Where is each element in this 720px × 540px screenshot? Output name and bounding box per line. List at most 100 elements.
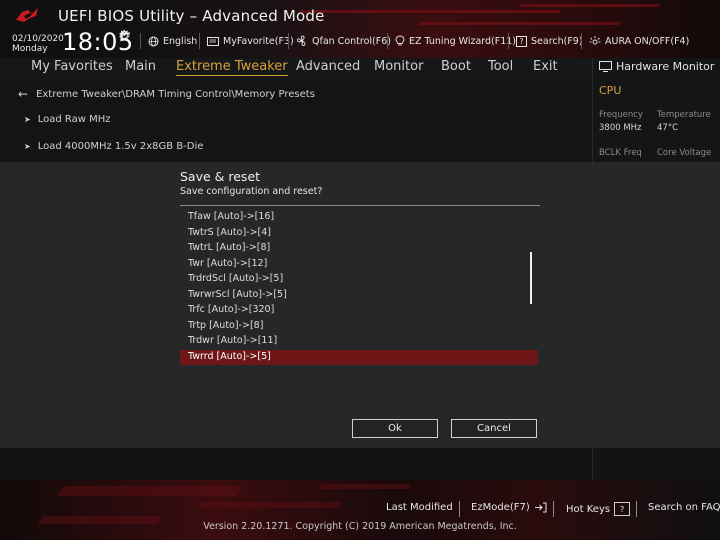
globe-icon (148, 36, 159, 46)
language-label: English (163, 35, 198, 47)
toolbar-divider (140, 33, 141, 49)
app-title: UEFI BIOS Utility – Advanced Mode (58, 7, 325, 25)
decor-shard (56, 486, 244, 496)
bclk-freq-label: BCLK Freq (599, 148, 642, 158)
breadcrumb-path: Extreme Tweaker\DRAM Timing Control\Memo… (36, 88, 315, 100)
menu-main[interactable]: Main (125, 59, 156, 74)
list-item-text: TwtrL [Auto]->[8] (188, 242, 271, 253)
menu-boot[interactable]: Boot (441, 59, 471, 74)
my-favorite-label: MyFavorite(F3) (223, 35, 294, 47)
menu-monitor[interactable]: Monitor (374, 59, 423, 74)
save-reset-dialog: Save & reset Save configuration and rese… (0, 162, 720, 448)
cancel-button[interactable]: Cancel (451, 419, 537, 438)
frequency-value: 3800 MHz (599, 123, 642, 133)
core-voltage-label: Core Voltage (657, 148, 712, 158)
list-item[interactable]: Trfc [Auto]->[320] (180, 303, 538, 318)
aura-toggle-button[interactable]: AURA ON/OFF(F4) (589, 33, 689, 49)
hardware-monitor-label: Hardware Monitor (616, 60, 715, 73)
help-key-icon: ? (614, 502, 631, 516)
decor-shard (318, 484, 412, 489)
favorite-folder-icon (207, 37, 219, 46)
list-item-text: Twr [Auto]->[12] (188, 257, 268, 269)
date-text: 02/10/2020 (12, 34, 64, 44)
monitor-icon (599, 61, 612, 72)
menu-extreme-tweaker[interactable]: Extreme Tweaker (176, 59, 288, 76)
list-scrollbar[interactable] (530, 252, 532, 304)
back-arrow-icon[interactable]: ← (18, 87, 28, 101)
breadcrumb: ← Extreme Tweaker\DRAM Timing Control\Me… (18, 87, 315, 101)
fan-icon (296, 35, 306, 46)
list-item[interactable]: Trtp [Auto]->[8] (180, 319, 538, 334)
title-bar: UEFI BIOS Utility – Advanced Mode 02/10/… (0, 0, 720, 58)
list-item-text: TwtrS [Auto]->[4] (188, 226, 271, 238)
list-item[interactable]: Tfaw [Auto]->[16] (180, 210, 538, 225)
footer-bar: Last Modified EzMode(F7) Hot Keys ? Sear… (0, 480, 720, 540)
qfan-control-button[interactable]: Qfan Control(F6) (296, 33, 391, 49)
rog-logo-icon (16, 8, 38, 22)
dialog-title: Save & reset (180, 169, 261, 184)
list-item-text: Twrrd [Auto]->[5] (188, 350, 271, 362)
menu-advanced[interactable]: Advanced (296, 59, 360, 74)
lower-right-panel (592, 448, 720, 480)
lightbulb-icon (395, 35, 405, 46)
copyright-text: Version 2.20.1271. Copyright (C) 2019 Am… (203, 521, 517, 532)
toolbar-divider (508, 33, 509, 49)
chevron-right-icon: ➤ (24, 142, 31, 151)
list-item[interactable]: TwrwrScl [Auto]->[5] (180, 288, 538, 303)
my-favorite-button[interactable]: MyFavorite(F3) (207, 33, 294, 49)
footer-divider (553, 501, 554, 517)
list-item-text: TrdrdScl [Auto]->[5] (188, 273, 284, 284)
list-item[interactable]: TwtrL [Auto]->[8] (180, 241, 538, 256)
settings-row-load-4000mhz[interactable]: ➤ Load 4000MHz 1.5v 2x8GB B-Die (24, 141, 203, 152)
settings-row-load-raw-mhz[interactable]: ➤ Load Raw MHz (24, 114, 110, 125)
footer-divider (459, 501, 460, 517)
hardware-monitor-panel: Hardware Monitor CPU Frequency Temperatu… (592, 58, 720, 162)
svg-text:?: ? (520, 37, 524, 46)
qfan-control-label: Qfan Control(F6) (312, 35, 391, 47)
ez-mode-label: EzMode(F7) (471, 502, 530, 513)
toolbar-divider (288, 33, 289, 49)
main-menu-bar: My Favorites Main Extreme Tweaker Advanc… (0, 58, 592, 80)
aura-toggle-label: AURA ON/OFF(F4) (605, 35, 690, 47)
list-item[interactable]: TwtrS [Auto]->[4] (180, 226, 538, 241)
decor-stripe (418, 22, 622, 25)
menu-exit[interactable]: Exit (533, 59, 558, 74)
frequency-label: Frequency (599, 110, 643, 120)
ez-tuning-wizard-label: EZ Tuning Wizard(F11) (409, 35, 517, 47)
toolbar-divider (387, 33, 388, 49)
last-modified-label: Last Modified (386, 502, 453, 513)
search-faq-label: Search on FAQ (648, 502, 720, 513)
toolbar-divider (581, 33, 582, 49)
list-item[interactable]: TrdrdScl [Auto]->[5] (180, 272, 538, 287)
settings-row-label: Load 4000MHz 1.5v 2x8GB B-Die (37, 141, 204, 152)
list-item-text: Tfaw [Auto]->[16] (188, 211, 275, 222)
hot-keys-button[interactable]: Hot Keys ? (566, 502, 631, 516)
footer-divider (636, 501, 637, 517)
search-label: Search(F9) (531, 35, 583, 47)
ez-mode-button[interactable]: EzMode(F7) (471, 502, 547, 513)
ok-button[interactable]: Ok (352, 419, 438, 438)
search-faq-button[interactable]: Search on FAQ (648, 502, 720, 513)
list-item[interactable]: Twr [Auto]->[12] (180, 257, 538, 272)
toolbar-divider (199, 33, 200, 49)
temperature-label: Temperature (657, 110, 711, 120)
decor-stripe (518, 4, 662, 7)
list-item[interactable]: Trdwr [Auto]->[11] (180, 334, 538, 349)
aura-light-icon (589, 36, 601, 45)
date-display: 02/10/2020 Monday (12, 34, 64, 54)
temperature-value: 47°C (657, 123, 679, 133)
list-item-selected[interactable]: Twrrd [Auto]->[5] (180, 349, 538, 365)
decor-shard (197, 502, 343, 508)
ez-tuning-wizard-button[interactable]: EZ Tuning Wizard(F11) (395, 33, 516, 49)
settings-content: ← Extreme Tweaker\DRAM Timing Control\Me… (0, 80, 592, 162)
hot-keys-label: Hot Keys (566, 503, 611, 515)
clock-settings-icon[interactable]: ⚙ (118, 28, 131, 44)
language-button[interactable]: English (148, 33, 197, 49)
menu-my-favorites[interactable]: My Favorites (31, 59, 113, 74)
search-button[interactable]: ? Search(F9) (516, 33, 583, 49)
hardware-monitor-title: Hardware Monitor (599, 60, 714, 73)
list-item-text: Trtp [Auto]->[8] (188, 319, 264, 331)
dialog-subtitle: Save configuration and reset? (180, 186, 323, 197)
last-modified-button[interactable]: Last Modified (386, 502, 453, 513)
menu-tool[interactable]: Tool (488, 59, 513, 74)
